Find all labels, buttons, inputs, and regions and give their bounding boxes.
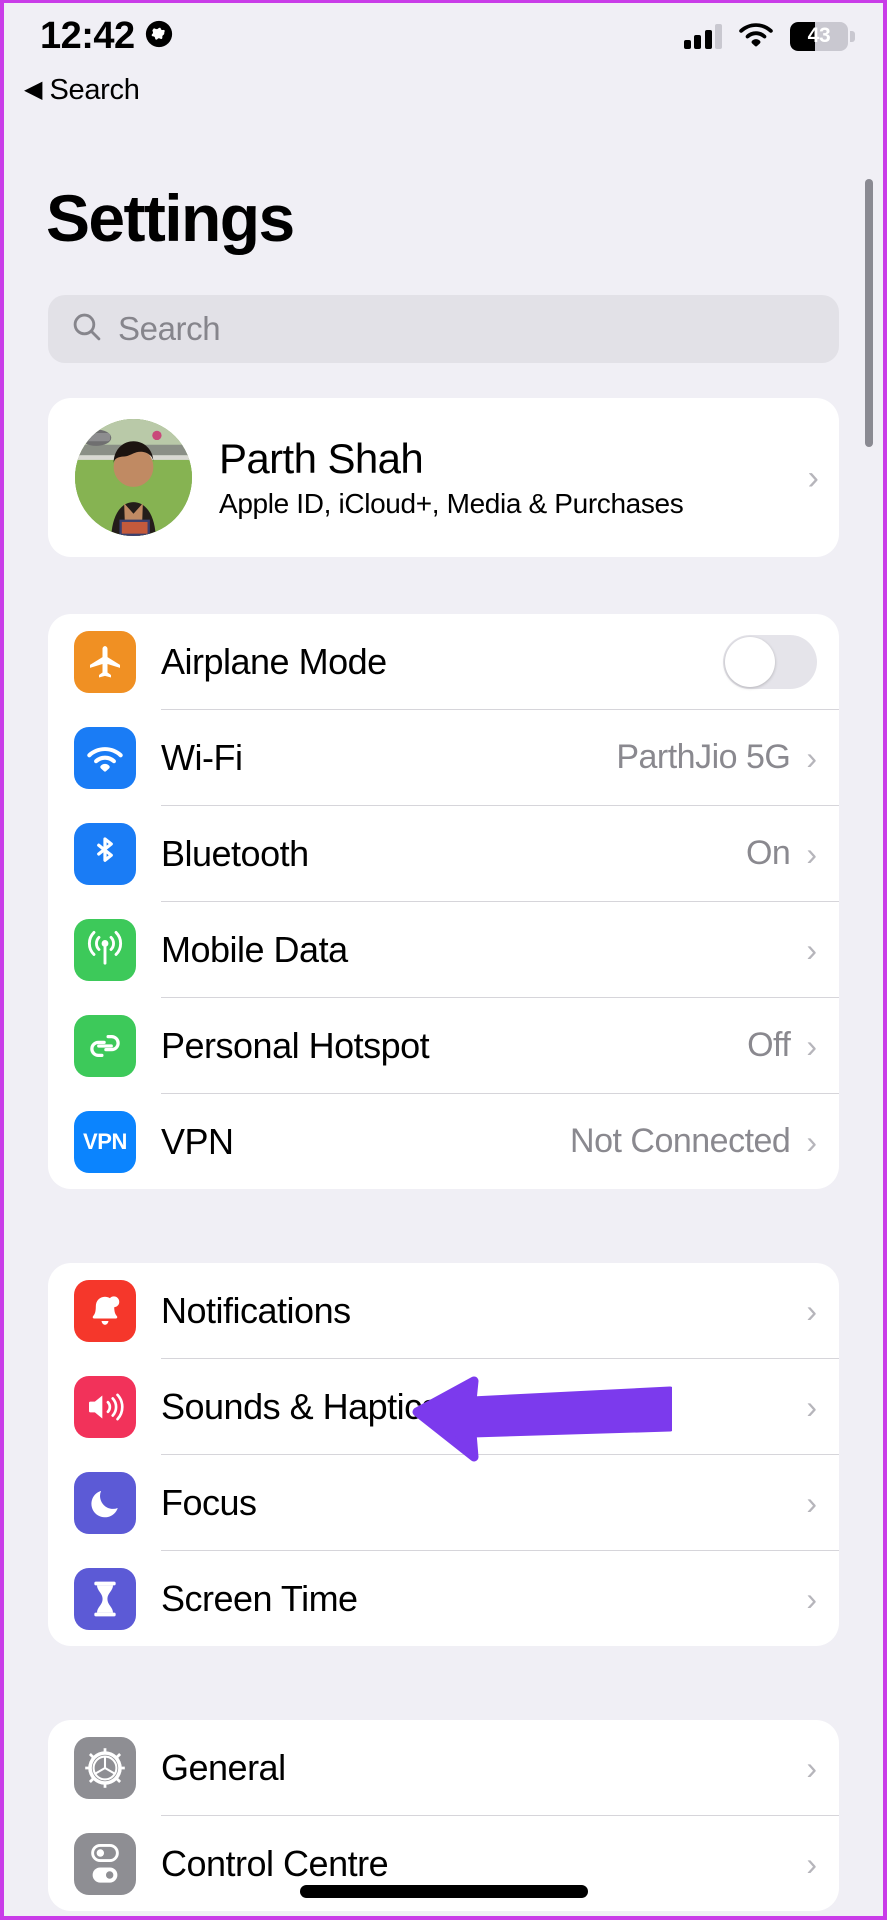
moon-icon [74,1471,136,1534]
vpn-icon-label: VPN [82,1128,128,1154]
settings-row-vpn[interactable]: VPN VPN Not Connected › [48,1094,839,1189]
search-placeholder: Search [118,310,221,347]
settings-label: Screen Time [161,1577,358,1619]
globe-icon [144,19,174,54]
search-icon [70,310,104,349]
chevron-right-icon: › [806,739,817,776]
vpn-icon: VPN [74,1110,136,1173]
apple-id-row[interactable]: Parth Shah Apple ID, iCloud+, Media & Pu… [48,398,839,557]
back-label: Search [49,73,140,106]
airplane-icon [74,630,136,693]
chevron-right-icon: › [806,1580,817,1617]
back-caret-icon: ◀ [24,76,43,103]
settings-row-notifications[interactable]: Notifications › [48,1263,839,1358]
search-input[interactable]: Search [48,295,839,363]
battery-percent: 43 [807,24,831,47]
chevron-right-icon: › [806,1388,817,1425]
settings-label: Airplane Mode [161,640,387,682]
settings-row-personal-hotspot[interactable]: Personal Hotspot Off › [48,998,839,1093]
chevron-right-icon: › [806,835,817,872]
settings-label: Bluetooth [161,832,309,874]
chevron-right-icon: › [806,1845,817,1882]
apple-id-card: Parth Shah Apple ID, iCloud+, Media & Pu… [48,398,839,557]
profile-name: Parth Shah [219,434,424,482]
apple-id-info: Parth Shah Apple ID, iCloud+, Media & Pu… [219,435,775,520]
settings-row-sounds-haptics[interactable]: Sounds & Haptics › [48,1359,839,1454]
settings-row-focus[interactable]: Focus › [48,1455,839,1550]
bluetooth-icon [74,822,136,885]
wifi-icon [738,20,774,52]
settings-label: Focus [161,1481,257,1523]
chevron-right-icon: › [806,1027,817,1064]
settings-label: Wi-Fi [161,736,243,778]
settings-value: ParthJio 5G [616,738,791,776]
home-indicator [299,1885,588,1898]
chevron-right-icon: › [806,1292,817,1329]
settings-label: Notifications [161,1289,351,1331]
status-bar-left: 12:42 [40,17,174,55]
settings-group-alerts: Notifications › Sounds & Haptics › Focus… [48,1263,839,1646]
hourglass-icon [74,1567,136,1630]
bell-icon [74,1279,136,1342]
battery-icon: 43 [790,21,848,51]
settings-group-connectivity: Airplane Mode Wi-Fi ParthJio 5G › Blueto… [48,614,839,1189]
status-bar-right: 43 [683,20,855,52]
settings-label: VPN [161,1120,234,1162]
chevron-right-icon: › [806,1749,817,1786]
speaker-icon [74,1375,136,1438]
settings-value: On [745,834,791,872]
settings-row-general[interactable]: General › [48,1720,839,1815]
settings-scroll-view[interactable]: Settings Search Parth Shah Apple ID, iCl… [4,111,883,1916]
gear-icon [74,1736,136,1799]
airplane-mode-toggle[interactable] [723,634,817,689]
back-button[interactable]: ◀ Search [4,69,883,111]
status-bar: 12:42 43 [4,3,883,69]
chevron-right-icon: › [807,458,819,497]
chevron-right-icon: › [806,931,817,968]
antenna-icon [74,918,136,981]
page-title: Settings [46,181,295,255]
settings-value: Not Connected [570,1122,791,1160]
settings-group-system: General › Control Centre › [48,1720,839,1911]
profile-subtitle: Apple ID, iCloud+, Media & Purchases [219,488,684,520]
settings-label: Control Centre [161,1842,389,1884]
phone-screen: 12:42 43 ◀ Search Settings Search Parth … [0,0,887,1920]
settings-row-airplane-mode[interactable]: Airplane Mode [48,614,839,709]
settings-row-wifi[interactable]: Wi-Fi ParthJio 5G › [48,710,839,805]
sliders-icon [74,1832,136,1895]
battery-indicator: 43 [790,21,855,51]
cellular-bars-icon [683,23,722,49]
chevron-right-icon: › [806,1123,817,1160]
hotspot-link-icon [74,1014,136,1077]
toggle-knob [725,636,775,687]
scrollbar[interactable] [865,179,873,447]
battery-cap [850,30,855,42]
avatar [75,419,192,536]
status-time: 12:42 [40,15,135,57]
settings-row-mobile-data[interactable]: Mobile Data › [48,902,839,997]
settings-label: Mobile Data [161,928,348,970]
settings-value: Off [747,1026,791,1064]
chevron-right-icon: › [806,1484,817,1521]
settings-row-screen-time[interactable]: Screen Time › [48,1551,839,1646]
settings-label: General [161,1746,286,1788]
settings-label: Sounds & Haptics [161,1385,440,1427]
wifi-icon [74,726,136,789]
settings-label: Personal Hotspot [161,1024,430,1066]
settings-row-bluetooth[interactable]: Bluetooth On › [48,806,839,901]
